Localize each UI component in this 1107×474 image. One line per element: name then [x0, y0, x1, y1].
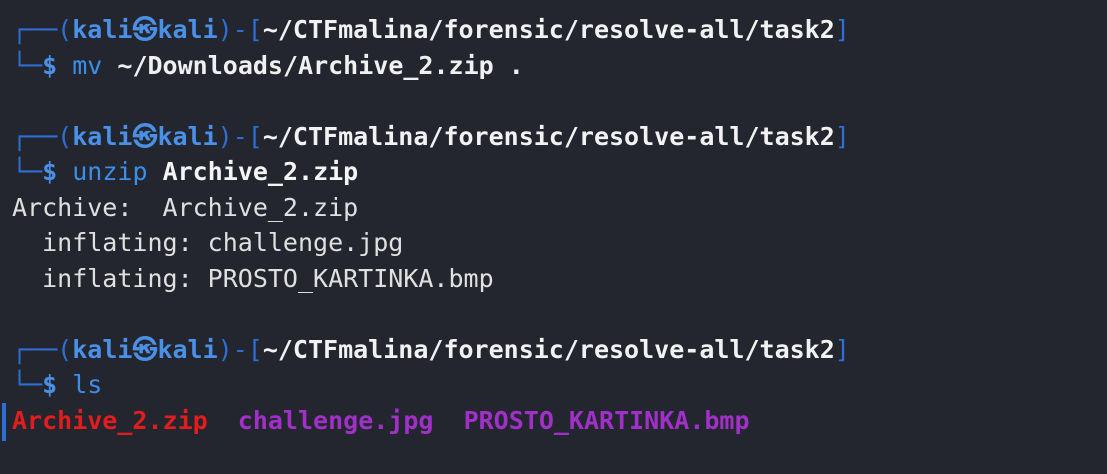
output-line: Archive: Archive_2.zip	[12, 192, 359, 222]
prompt-mid: )-[	[217, 15, 263, 44]
prompt-open: ┌──(	[12, 15, 73, 44]
command-line-1: └─$ mv ~/Downloads/Archive_2.zip .	[12, 48, 1107, 84]
file-entry-archive: Archive_2.zip	[12, 405, 208, 435]
prompt-host: kali	[157, 15, 218, 44]
prompt-open: ┌──(	[12, 334, 73, 364]
prompt-host: kali	[157, 334, 218, 364]
kali-at-icon: ㉿	[132, 121, 158, 151]
command-name: ls	[72, 370, 103, 399]
terminal-window[interactable]: ┌──(kali㉿kali)-[~/CTFmalina/forensic/res…	[12, 12, 1107, 474]
command-name: mv	[72, 50, 103, 80]
output-line: inflating: PROSTO_KARTINKA.bmp	[12, 263, 494, 293]
file-entry-image: challenge.jpg	[237, 405, 434, 435]
command-line-2: └─$ unzip Archive_2.zip	[12, 154, 1107, 190]
prompt-path: ~/CTFmalina/forensic/resolve-all/task2	[262, 334, 835, 364]
prompt-open: ┌──(	[12, 121, 73, 151]
command-name: unzip	[72, 157, 148, 186]
file-entry-image: PROSTO_KARTINKA.bmp	[463, 405, 750, 435]
prompt-header-1: ┌──(kali㉿kali)-[~/CTFmalina/forensic/res…	[12, 12, 1107, 48]
prompt-host: kali	[157, 121, 218, 151]
prompt-user: kali	[72, 334, 133, 364]
prompt-corner: └─	[12, 370, 43, 399]
kali-at-icon: ㉿	[132, 15, 158, 44]
prompt-path: ~/CTFmalina/forensic/resolve-all/task2	[262, 15, 835, 44]
command-line-3: └─$ ls	[12, 367, 1107, 403]
prompt-mid: )-[	[217, 334, 263, 364]
prompt-close: ]	[834, 334, 850, 364]
prompt-path: ~/CTFmalina/forensic/resolve-all/task2	[262, 121, 835, 151]
kali-at-icon: ㉿	[132, 334, 158, 364]
command-args: Archive_2.zip	[162, 157, 359, 186]
prompt-header-2: ┌──(kali㉿kali)-[~/CTFmalina/forensic/res…	[12, 119, 1107, 155]
prompt-dollar: $	[42, 157, 58, 186]
prompt-close: ]	[834, 121, 850, 151]
prompt-mid: )-[	[217, 121, 263, 151]
prompt-corner: └─	[12, 157, 43, 186]
ls-output-line: Archive_2.zip challenge.jpg PROSTO_KARTI…	[12, 403, 1107, 439]
prompt-user: kali	[72, 121, 133, 151]
prompt-header-3: ┌──(kali㉿kali)-[~/CTFmalina/forensic/res…	[12, 332, 1107, 368]
prompt-dollar: $	[42, 50, 58, 80]
output-line: inflating: challenge.jpg	[12, 228, 404, 257]
prompt-close: ]	[834, 15, 850, 44]
prompt-user: kali	[72, 15, 133, 44]
command-args: ~/Downloads/Archive_2.zip .	[117, 50, 524, 80]
prompt-dollar: $	[42, 370, 58, 399]
prompt-corner: └─	[12, 50, 43, 80]
scroll-marker	[2, 403, 6, 441]
